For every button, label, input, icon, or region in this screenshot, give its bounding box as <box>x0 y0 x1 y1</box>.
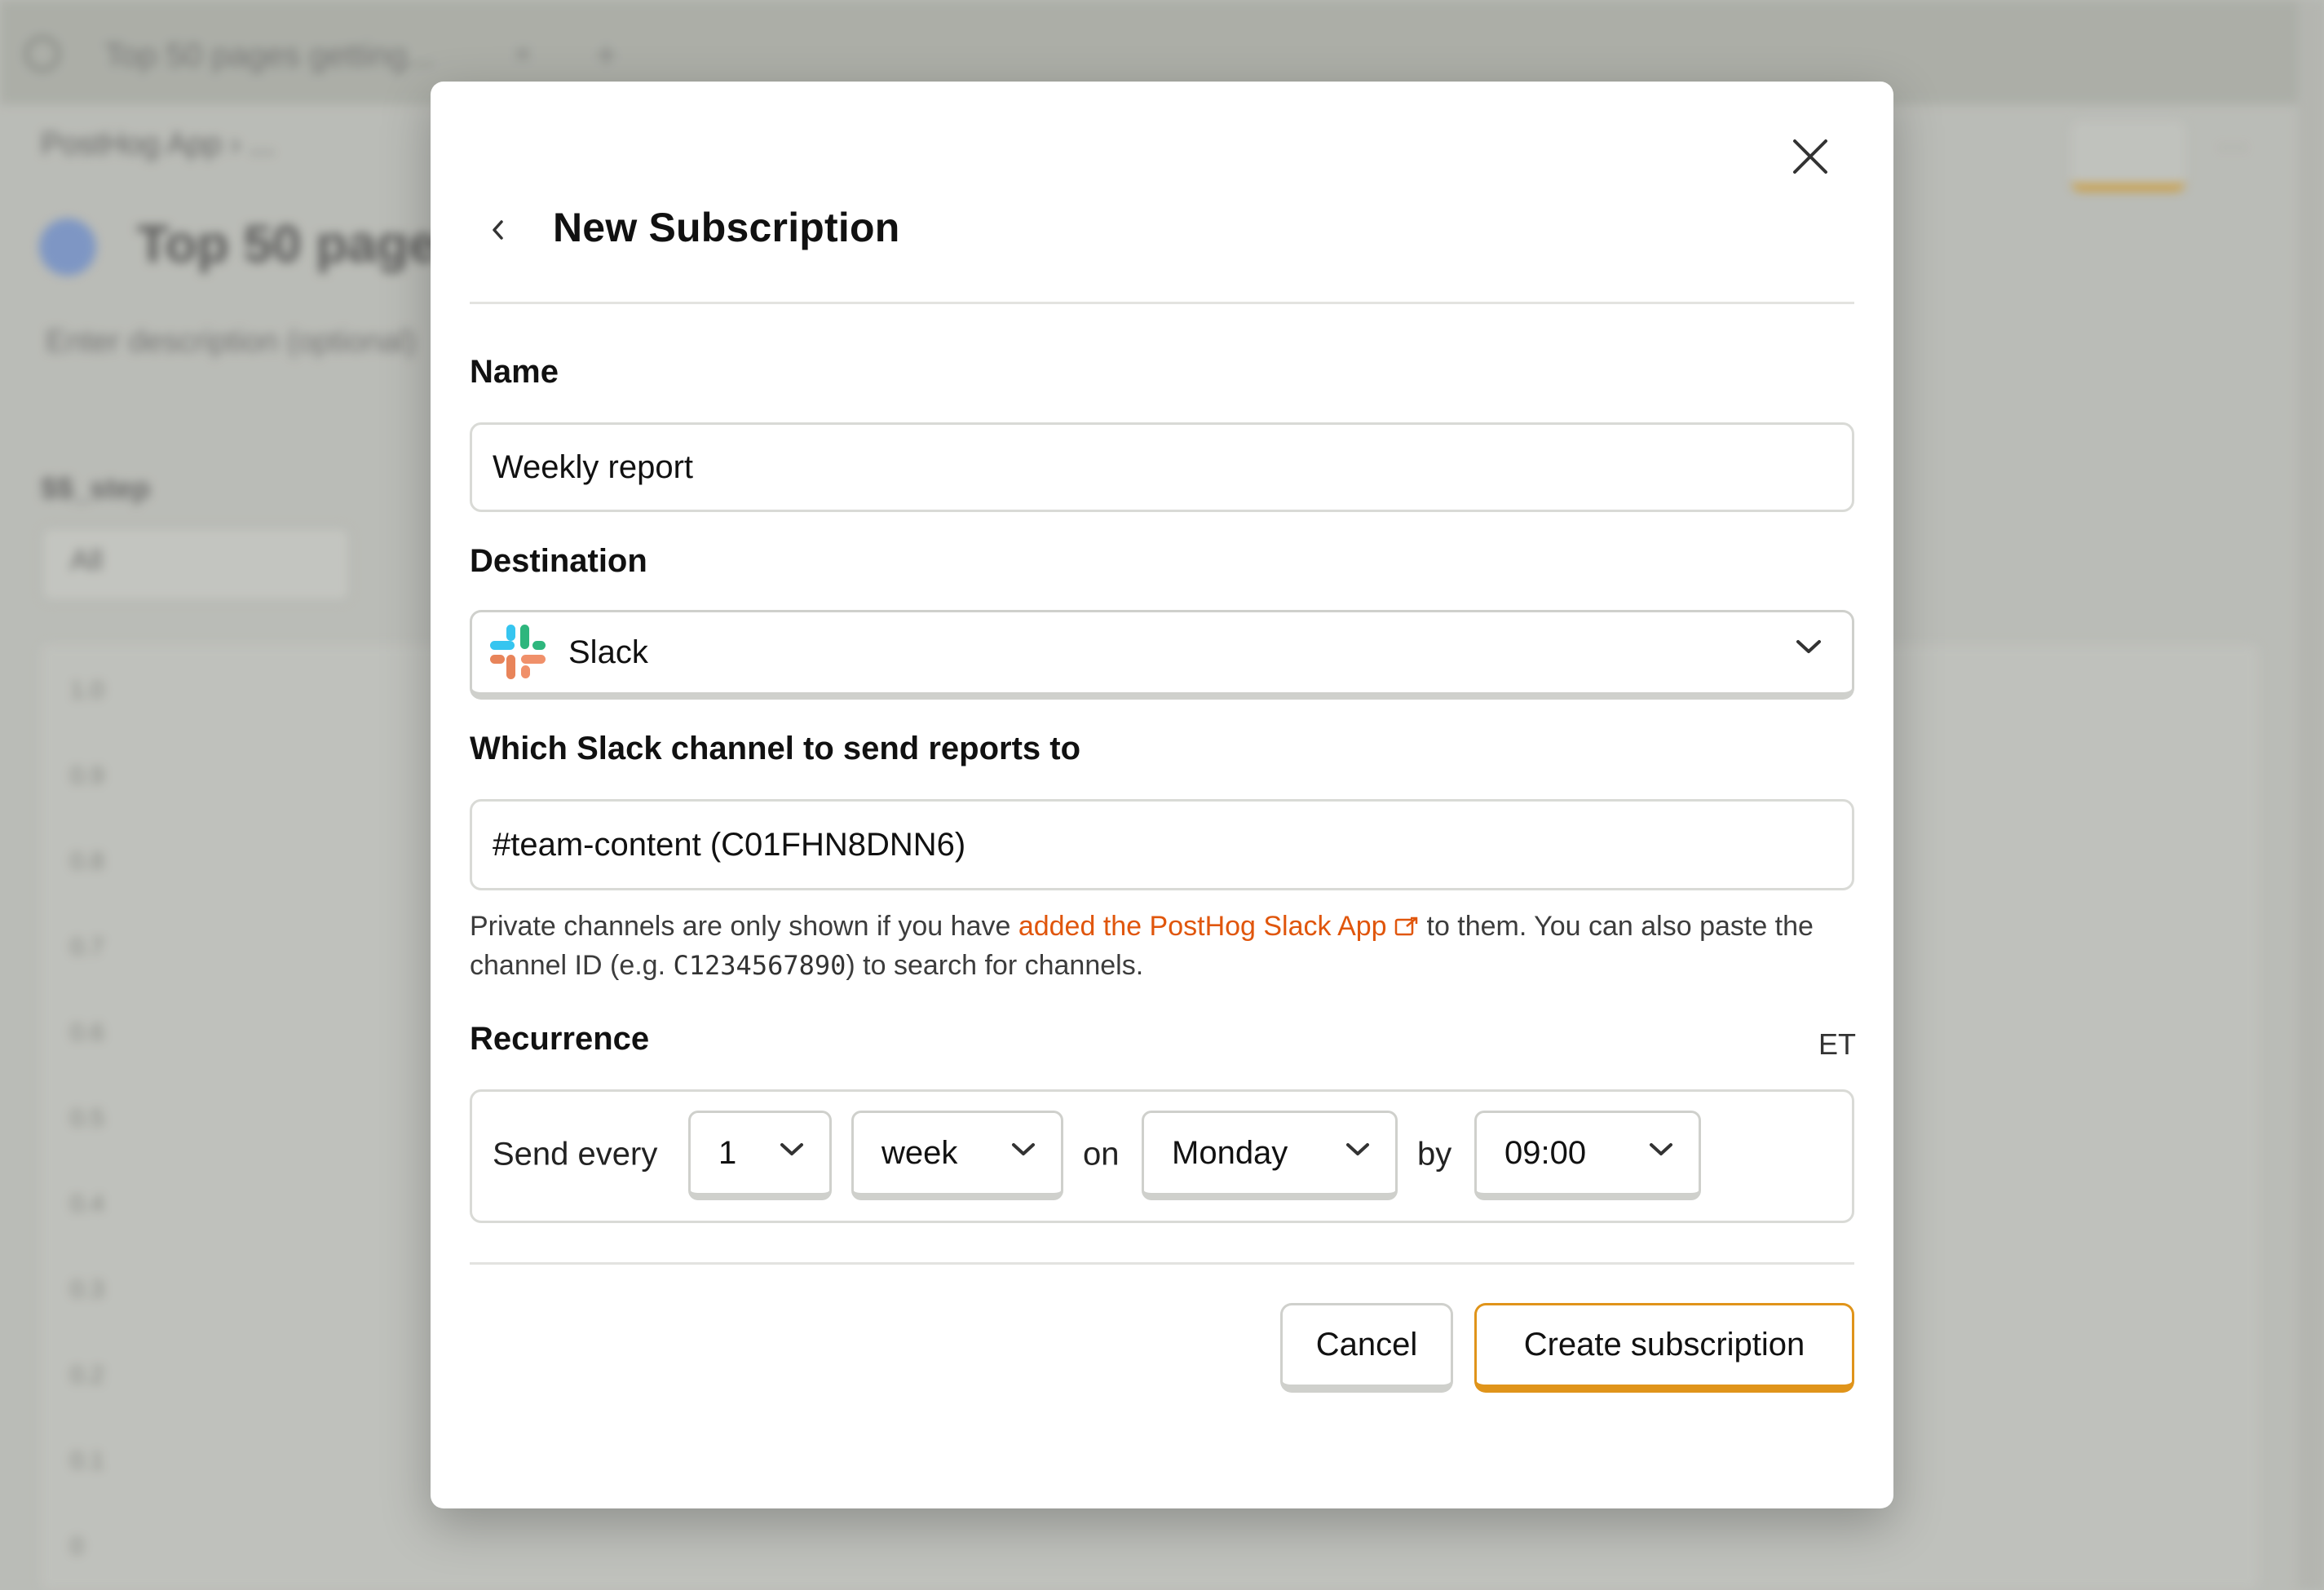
destination-value: Slack <box>568 634 648 670</box>
slack-app-link[interactable]: added the PostHog Slack App <box>1018 911 1419 942</box>
back-button[interactable] <box>473 205 522 254</box>
cancel-button[interactable]: Cancel <box>1280 1303 1453 1393</box>
slack-logo-icon <box>490 625 546 679</box>
unit-select[interactable]: week <box>851 1111 1063 1200</box>
modal-title: New Subscription <box>553 205 900 250</box>
by-text: by <box>1417 1136 1452 1173</box>
new-subscription-modal: New Subscription Name Destination Slack … <box>431 82 1893 1508</box>
chevron-down-icon <box>1012 1143 1035 1155</box>
close-button[interactable] <box>1781 127 1840 186</box>
help-prefix: Private channels are only shown if you h… <box>470 911 1018 942</box>
unit-value: week <box>881 1134 958 1171</box>
help-suffix: ) to search for channels. <box>846 950 1144 981</box>
destination-label: Destination <box>470 543 647 579</box>
slack-app-link-text: added the PostHog Slack App <box>1018 911 1387 942</box>
send-every-text: Send every <box>493 1136 658 1173</box>
back-chevron-icon <box>493 220 503 240</box>
destination-select[interactable]: Slack <box>470 610 1854 700</box>
timezone-label: ET <box>1818 1027 1857 1061</box>
channel-input[interactable] <box>493 826 1852 863</box>
day-select[interactable]: Monday <box>1142 1111 1398 1200</box>
create-subscription-button[interactable]: Create subscription <box>1474 1303 1854 1393</box>
interval-select[interactable]: 1 <box>688 1111 832 1200</box>
chevron-down-icon <box>1346 1143 1369 1155</box>
recurrence-label: Recurrence <box>470 1021 650 1057</box>
channel-label: Which Slack channel to send reports to <box>470 731 1081 766</box>
channel-field-container <box>470 799 1854 890</box>
close-icon <box>1793 139 1827 174</box>
on-text: on <box>1083 1136 1120 1173</box>
chevron-down-icon <box>780 1143 803 1155</box>
name-label: Name <box>470 354 559 390</box>
time-select[interactable]: 09:00 <box>1474 1111 1701 1200</box>
channel-id-example: C1234567890 <box>673 950 846 981</box>
external-link-icon <box>1394 916 1418 936</box>
chevron-down-icon <box>1650 1143 1672 1155</box>
chevron-down-icon <box>1796 640 1821 653</box>
name-field-container <box>470 422 1854 512</box>
channel-help-text: Private channels are only shown if you h… <box>470 907 1856 985</box>
header-divider <box>470 302 1854 304</box>
time-value: 09:00 <box>1504 1134 1587 1171</box>
day-value: Monday <box>1172 1134 1288 1171</box>
name-input[interactable] <box>493 448 1852 486</box>
interval-value: 1 <box>718 1134 737 1171</box>
footer-divider <box>470 1262 1854 1265</box>
